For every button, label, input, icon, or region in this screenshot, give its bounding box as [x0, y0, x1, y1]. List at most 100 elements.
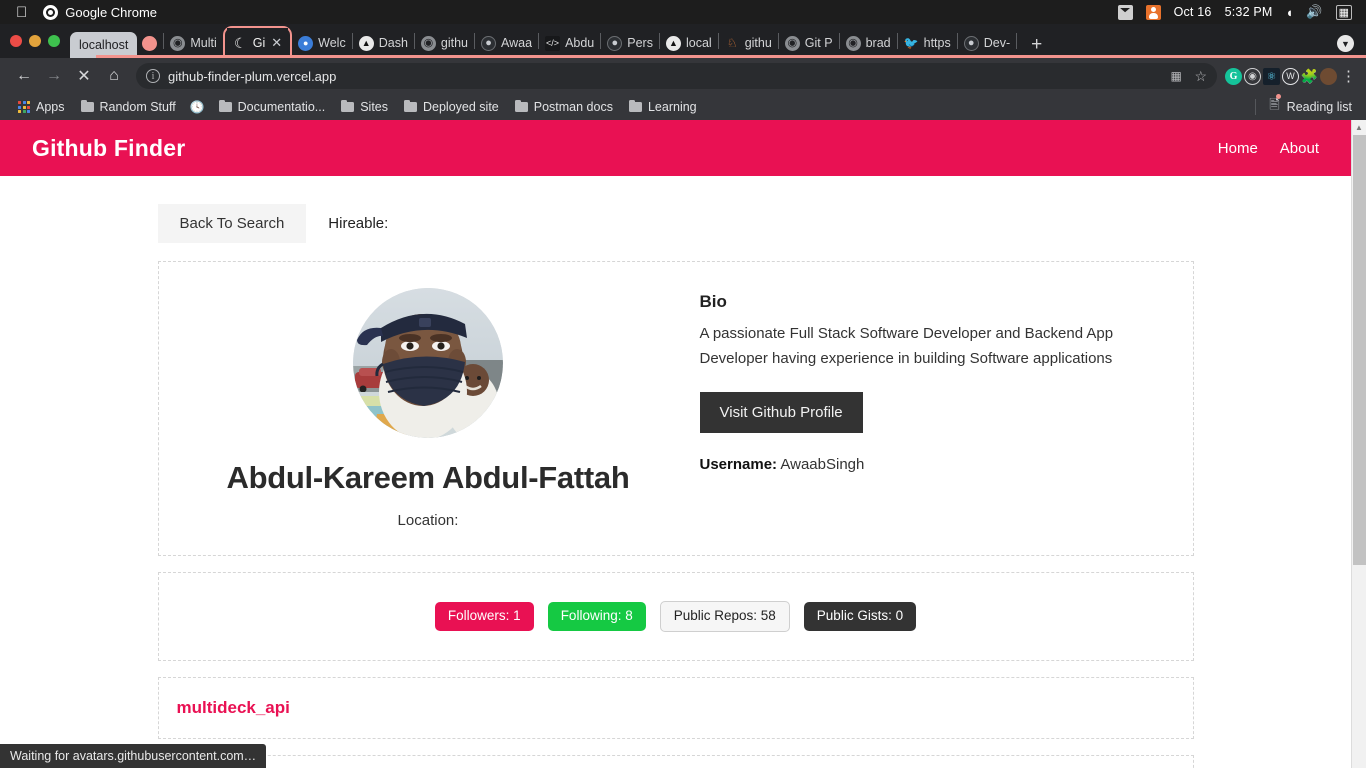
apple-logo-icon[interactable]: 	[16, 5, 27, 20]
target-icon[interactable]: ◉	[1244, 67, 1261, 85]
bookmark-learning[interactable]: Learning	[621, 98, 705, 116]
browser-tab-10[interactable]: ♘ githu	[719, 28, 778, 58]
browser-tab-6[interactable]: ● Awaa	[475, 28, 538, 58]
react-devtools-icon[interactable]: ⚛	[1263, 67, 1280, 85]
wikipedia-icon[interactable]: W	[1282, 67, 1299, 85]
tab-title: Abdu	[565, 36, 595, 50]
site-brand[interactable]: Github Finder	[32, 135, 185, 162]
repo-card-0[interactable]: multideck_api	[157, 677, 1194, 740]
tab-title: Dash	[378, 36, 408, 50]
browser-tab-2-active[interactable]: ☾ Gi ✕	[226, 28, 289, 58]
code-icon: </>	[545, 35, 561, 51]
ubuntu-icon[interactable]	[1145, 4, 1161, 20]
page-viewport: Github Finder Home About Back To Search …	[0, 120, 1351, 768]
page-content: Github Finder Home About Back To Search …	[0, 120, 1366, 768]
status-badge-following: Following: 8	[547, 602, 646, 632]
qr-code-icon[interactable]: ▦	[1170, 69, 1184, 83]
site-info-icon[interactable]: i	[146, 69, 160, 83]
tab-title: Gi	[252, 36, 266, 50]
repo-card-1[interactable]: 24SEVEN	[157, 755, 1194, 768]
stop-loading-button[interactable]: ✕	[70, 62, 98, 90]
browser-tab-3[interactable]: ● Welc	[292, 28, 352, 58]
site-nav-links: Home About	[1218, 140, 1319, 157]
os-active-app-name: Google Chrome	[54, 4, 157, 20]
page-container: Back To Search Hireable: Abdul-Kareem Ab…	[157, 176, 1194, 768]
java-icon: ♘	[726, 36, 738, 50]
bookmark-label: Sites	[360, 100, 388, 114]
browser-tab-13[interactable]: 🐦 https	[898, 28, 957, 58]
os-time: 5:32 PM	[1224, 5, 1273, 19]
nav-link-home[interactable]: Home	[1218, 140, 1258, 157]
browser-tab-1[interactable]: ◉ Multi	[164, 28, 222, 58]
reading-list-label[interactable]: Reading list	[1287, 100, 1352, 114]
bookmarks-divider	[1255, 99, 1257, 115]
bookmark-sites[interactable]: Sites	[333, 98, 396, 116]
browser-tab-8[interactable]: ● Pers	[601, 28, 659, 58]
triangle-icon: ▲	[358, 35, 374, 51]
profile-username: Username: AwaabSingh	[700, 456, 1171, 473]
profile-photo-icon[interactable]	[1320, 67, 1337, 85]
site-navbar: Github Finder Home About	[0, 120, 1351, 176]
bookmarks-bar: Apps Random Stuff 🕓 Documentatio... Site…	[0, 94, 1366, 120]
keyboard-icon[interactable]: ▦	[1335, 4, 1352, 20]
volume-icon[interactable]: 🔊	[1306, 4, 1322, 20]
puzzle-icon[interactable]: 🧩	[1301, 68, 1318, 85]
grammarly-icon[interactable]: G	[1225, 67, 1242, 85]
tab-search-icon[interactable]: ▼	[1337, 35, 1354, 52]
visit-github-profile-button[interactable]: Visit Github Profile	[699, 391, 863, 433]
os-date: Oct 16	[1173, 5, 1212, 19]
back-to-search-button[interactable]: Back To Search	[157, 204, 307, 244]
globe-icon: ◉	[845, 35, 861, 51]
tab-title: Awaa	[501, 36, 533, 50]
browser-tab-5[interactable]: ◉ githu	[415, 28, 474, 58]
browser-tab-12[interactable]: ◉ brad	[840, 28, 897, 58]
address-bar[interactable]: i github-finder-plum.vercel.app ▦ ☆	[136, 63, 1217, 89]
repo-link[interactable]: multideck_api	[177, 698, 290, 717]
tab-title: githu	[440, 36, 469, 50]
bookmark-documentation[interactable]: Documentatio...	[211, 98, 334, 116]
nav-link-about[interactable]: About	[1280, 140, 1319, 157]
globe-icon: ◉	[784, 35, 800, 51]
mail-icon[interactable]	[1117, 4, 1133, 20]
status-badge-public-gists: Public Gists: 0	[803, 602, 917, 632]
profile-card: Abdul-Kareem Abdul-Fattah Location: Bio …	[157, 261, 1194, 557]
browser-tab-9[interactable]: ▲ local	[660, 28, 718, 58]
browser-toolbar: ← → ✕ ⌂ i github-finder-plum.vercel.app …	[0, 58, 1366, 94]
bio-heading: Bio	[699, 292, 727, 312]
chrome-logo-icon	[43, 4, 59, 20]
username-label: Username:	[699, 455, 778, 473]
bookmark-apps[interactable]: Apps	[10, 98, 73, 116]
maximize-window-button[interactable]	[48, 35, 60, 47]
reading-list-icon[interactable]: 🖹	[1269, 94, 1282, 118]
bookmark-star-icon[interactable]: ☆	[1194, 68, 1207, 85]
wifi-icon[interactable]: ◖	[1286, 5, 1294, 20]
chrome-menu-icon[interactable]: ⋮	[1339, 67, 1356, 85]
bookmark-postman-docs[interactable]: Postman docs	[507, 98, 621, 116]
profile-left-column: Abdul-Kareem Abdul-Fattah Location:	[181, 288, 676, 529]
bookmark-random-stuff[interactable]: Random Stuff	[73, 98, 184, 116]
bookmark-deployed-site[interactable]: Deployed site	[396, 98, 507, 116]
browser-tab-7[interactable]: </> Abdu	[539, 28, 600, 58]
browser-tab-0[interactable]	[137, 28, 163, 58]
bio-text: A passionate Full Stack Software Develop…	[699, 325, 1114, 368]
home-button[interactable]: ⌂	[100, 62, 128, 90]
bookmark-label: Deployed site	[423, 100, 499, 114]
minimize-window-button[interactable]	[29, 35, 41, 47]
page-scrollbar[interactable]: ▲	[1351, 120, 1366, 768]
profile-location: Location:	[397, 512, 459, 530]
github-icon: ●	[481, 35, 497, 51]
close-tab-icon[interactable]: ✕	[271, 35, 282, 51]
scroll-up-arrow-icon[interactable]: ▲	[1352, 120, 1366, 135]
browser-tab-14[interactable]: ● Dev-	[958, 28, 1016, 58]
tab-title: Dev-	[983, 36, 1011, 50]
browser-tab-11[interactable]: ◉ Git P	[779, 28, 839, 58]
forward-button[interactable]: →	[40, 62, 68, 90]
github-icon: ●	[607, 35, 623, 51]
browser-tab-4[interactable]: ▲ Dash	[353, 28, 414, 58]
back-button[interactable]: ←	[10, 62, 38, 90]
pink-dot-icon	[142, 35, 158, 51]
status-badge-public-repos: Public Repos: 58	[659, 601, 790, 633]
scrollbar-thumb[interactable]	[1353, 135, 1366, 565]
history-clock-icon[interactable]: 🕓	[184, 98, 211, 116]
close-window-button[interactable]	[10, 35, 22, 47]
